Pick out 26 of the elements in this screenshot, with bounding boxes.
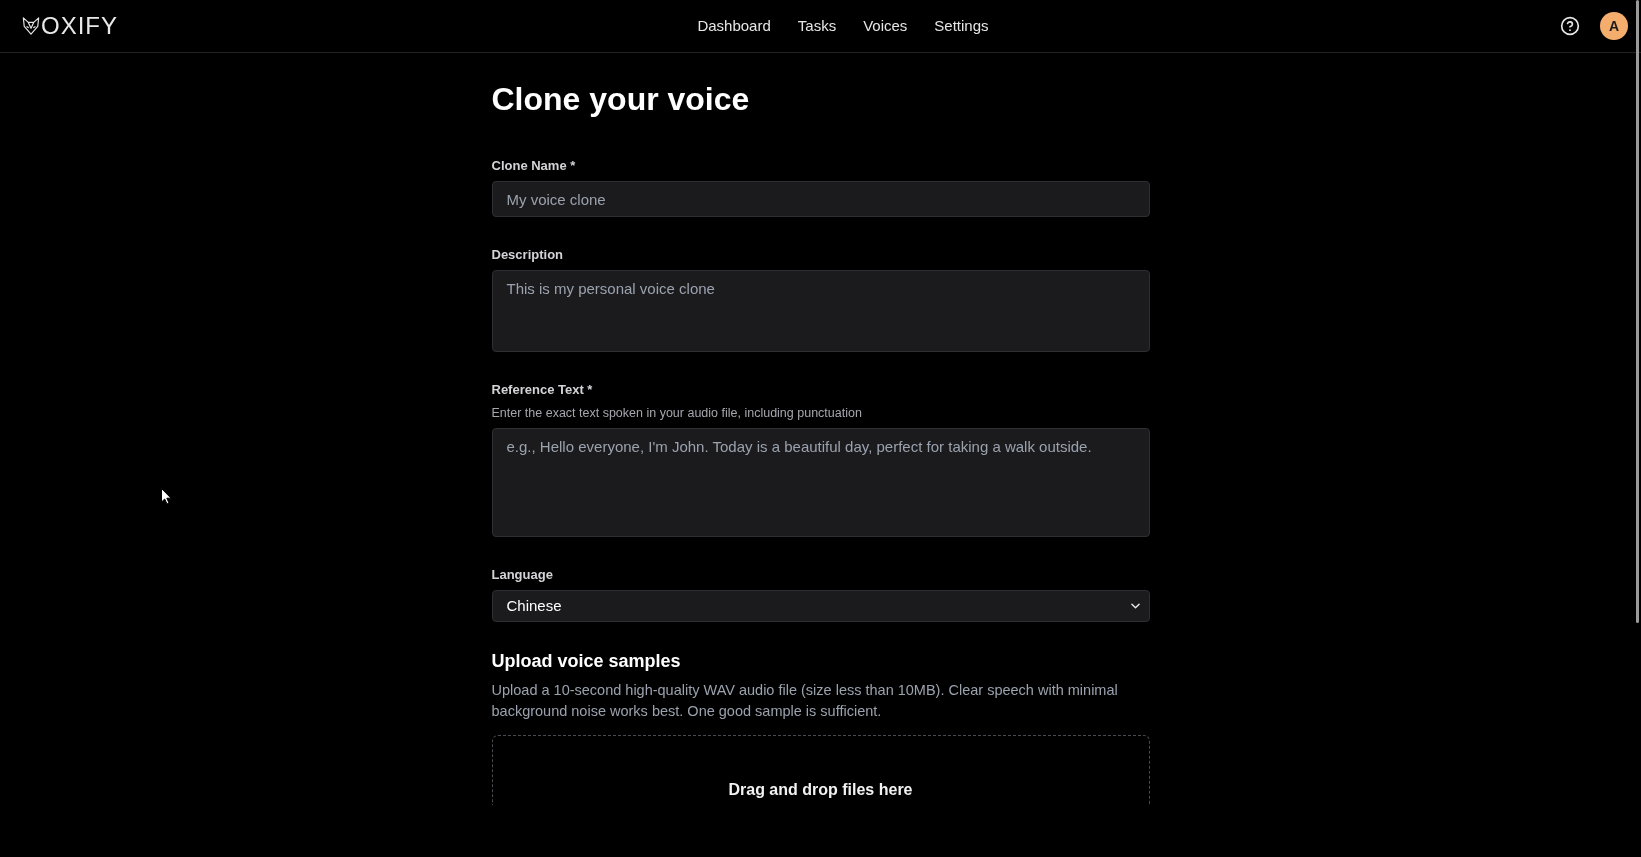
nav-link[interactable]: Settings xyxy=(934,16,989,36)
section-heading: Upload voice samples xyxy=(491,650,682,673)
text-input-field[interactable]: My voice clone xyxy=(491,181,1150,217)
field-label: Clone Name * xyxy=(491,157,577,175)
nav-link[interactable]: Tasks xyxy=(797,16,837,36)
fox-head-logo-icon xyxy=(22,16,40,36)
page-title: Clone your voice xyxy=(491,80,751,119)
logo-wordmark: OXIFY xyxy=(41,12,118,40)
language-select[interactable]: Chinese xyxy=(491,590,1150,622)
text-area-field[interactable]: e.g., Hello everyone, I'm John. Today is a beautiful day, perfect for taking a walk outside. xyxy=(491,428,1150,537)
section-description: Upload a 10-second high-quality WAV audio file (size less than 10MB). Clear speech with minimal background noise works best. One good sample is sufficient. xyxy=(491,681,1119,721)
chevron-down-icon xyxy=(1130,603,1140,609)
user-avatar[interactable]: A xyxy=(1600,12,1628,40)
mouse-pointer-icon xyxy=(161,488,172,505)
scrollbar-thumb[interactable] xyxy=(1636,0,1639,623)
field-label: Description xyxy=(491,246,564,264)
field-hint: Enter the exact text spoken in your audio file, including punctuation xyxy=(491,404,863,422)
text-area-field[interactable]: This is my personal voice clone xyxy=(491,270,1150,352)
field-label: Reference Text * xyxy=(491,381,594,399)
nav-link[interactable]: Voices xyxy=(863,16,908,36)
nav-link[interactable]: Dashboard xyxy=(697,16,771,36)
field-label: Language xyxy=(491,566,554,584)
help-icon xyxy=(1560,16,1580,36)
file-dropzone[interactable]: Drag and drop files here xyxy=(491,735,1150,805)
help-button[interactable] xyxy=(1560,16,1580,36)
dropzone-text: Drag and drop files here xyxy=(728,780,913,800)
